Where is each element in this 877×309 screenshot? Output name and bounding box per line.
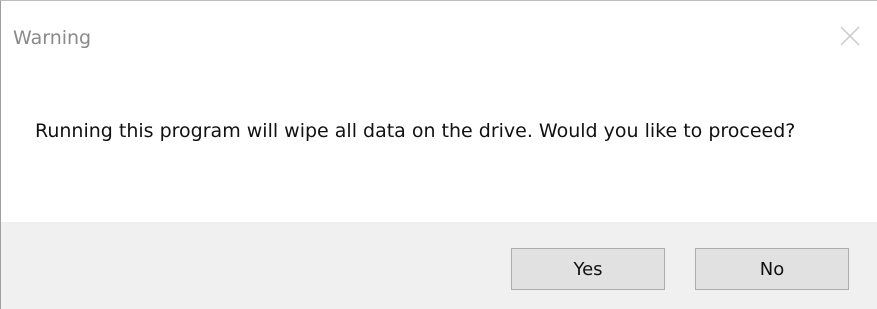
title-bar: Warning [1, 1, 877, 81]
dialog-footer: Yes No [1, 222, 877, 309]
yes-button[interactable]: Yes [511, 248, 665, 290]
warning-dialog: Warning Running this program will wipe a… [0, 0, 877, 309]
close-icon [840, 26, 860, 46]
dialog-message: Running this program will wipe all data … [35, 120, 796, 142]
dialog-title: Warning [13, 27, 92, 49]
no-button[interactable]: No [695, 248, 849, 290]
close-button[interactable] [837, 23, 863, 49]
